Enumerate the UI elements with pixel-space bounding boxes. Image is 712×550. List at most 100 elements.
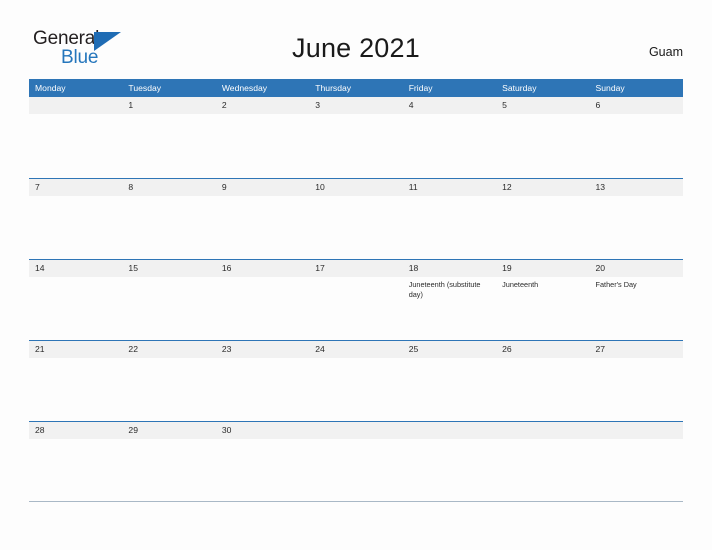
event-cell-7	[29, 196, 122, 259]
day-number: 6	[595, 100, 601, 110]
event-cell-3	[309, 114, 402, 177]
day-number: 15	[128, 263, 138, 273]
day-number: 22	[128, 344, 138, 354]
events-layer	[29, 196, 683, 259]
day-number: 17	[315, 263, 325, 273]
events-layer: Juneteenth (substitute day) Juneteenth Fat…	[29, 277, 683, 340]
day-number: 28	[35, 425, 45, 435]
day-cell-12[interactable]: 12	[496, 179, 589, 196]
calendar-week-row: 1 2 3 4 5 6	[29, 97, 683, 178]
event-cell-18[interactable]: Juneteenth (substitute day)	[403, 277, 496, 340]
event-cell-26	[496, 358, 589, 421]
date-strip: 21 22 23 24 25 26 27	[29, 341, 683, 358]
event-cell-23	[216, 358, 309, 421]
day-cell-6[interactable]: 6	[590, 97, 683, 114]
date-strip: 14 15 16 17 18 19 20	[29, 260, 683, 277]
day-cell-empty	[309, 422, 402, 439]
event-cell-20[interactable]: Father's Day	[590, 277, 683, 340]
day-cell-9[interactable]: 9	[216, 179, 309, 196]
day-cell-empty	[496, 422, 589, 439]
day-number: 26	[502, 344, 512, 354]
event-cell-24	[309, 358, 402, 421]
day-number: 30	[221, 425, 232, 435]
day-number: 18	[408, 263, 419, 273]
day-number: 29	[128, 425, 138, 435]
day-number: 14	[35, 263, 45, 273]
event-cell-4	[403, 114, 496, 177]
day-cell-29[interactable]: 29	[122, 422, 215, 439]
day-cell-22[interactable]: 22	[122, 341, 215, 358]
day-cell-30[interactable]: 30	[216, 422, 309, 439]
day-number: 23	[221, 344, 232, 354]
day-number: 10	[315, 182, 325, 192]
day-number: 25	[408, 344, 419, 354]
day-cell-20[interactable]: 20	[590, 260, 683, 277]
event-cell-30	[216, 439, 309, 502]
day-cell-8[interactable]: 8	[122, 179, 215, 196]
event-cell-27	[590, 358, 683, 421]
date-strip: 1 2 3 4 5 6	[29, 97, 683, 114]
day-cell-4[interactable]: 4	[403, 97, 496, 114]
event-cell-empty	[403, 439, 496, 502]
page-header: General Blue June 2021 Guam	[0, 0, 712, 76]
calendar-weeks: 1 2 3 4 5 6 7 8 9 10 11 12 13 14 15 16 17 18 19 20 Juneteent…	[29, 97, 683, 502]
calendar-week-row: 28 29 30	[29, 421, 683, 502]
day-cell-18[interactable]: 18	[403, 260, 496, 277]
day-cell-25[interactable]: 25	[403, 341, 496, 358]
day-number: 12	[502, 182, 512, 192]
calendar-week-row: 14 15 16 17 18 19 20 Juneteenth (substitute day…	[29, 259, 683, 340]
day-cell-13[interactable]: 13	[590, 179, 683, 196]
event-cell-12	[496, 196, 589, 259]
calendar-week-row: 21 22 23 24 25 26 27	[29, 340, 683, 421]
day-number: 16	[221, 263, 232, 273]
weekday-header-row: Monday Tuesday Wednesday Thursday Friday Satu…	[29, 79, 683, 97]
location-label: Guam	[648, 45, 683, 59]
day-cell-21[interactable]: 21	[29, 341, 122, 358]
event-cell-empty	[309, 439, 402, 502]
day-cell-1[interactable]: 1	[122, 97, 215, 114]
weekday-header-saturday: Saturday	[502, 83, 537, 93]
day-cell-11[interactable]: 11	[403, 179, 496, 196]
event-cell-empty	[496, 439, 589, 502]
day-number: 24	[315, 344, 325, 354]
calendar-week-row: 7 8 9 10 11 12 13	[29, 178, 683, 259]
event-cell-21	[29, 358, 122, 421]
day-number: 13	[595, 182, 606, 192]
events-layer	[29, 114, 683, 177]
day-cell-3[interactable]: 3	[309, 97, 402, 114]
day-cell-26[interactable]: 26	[496, 341, 589, 358]
day-cell-19[interactable]: 19	[496, 260, 589, 277]
day-cell-27[interactable]: 27	[590, 341, 683, 358]
day-cell-15[interactable]: 15	[122, 260, 215, 277]
date-strip: 7 8 9 10 11 12 13	[29, 179, 683, 196]
event-cell-25	[403, 358, 496, 421]
day-cell-16[interactable]: 16	[216, 260, 309, 277]
event-cell-19[interactable]: Juneteenth	[496, 277, 589, 340]
event-cell-28	[29, 439, 122, 502]
day-number: 27	[595, 344, 606, 354]
event-cell-5	[496, 114, 589, 177]
day-cell-10[interactable]: 10	[309, 179, 402, 196]
day-cell-5[interactable]: 5	[496, 97, 589, 114]
day-number: 5	[502, 100, 507, 110]
day-cell-28[interactable]: 28	[29, 422, 122, 439]
day-cell-2[interactable]: 2	[216, 97, 309, 114]
day-number: 9	[221, 182, 227, 192]
day-cell-17[interactable]: 17	[309, 260, 402, 277]
event-cell-1	[122, 114, 215, 177]
events-layer	[29, 358, 683, 421]
day-cell-24[interactable]: 24	[309, 341, 402, 358]
event-cell-13	[590, 196, 683, 259]
day-cell-empty	[403, 422, 496, 439]
day-number: 11	[408, 182, 418, 192]
event-cell-22	[122, 358, 215, 421]
day-cell-7[interactable]: 7	[29, 179, 122, 196]
day-number: 7	[35, 182, 40, 192]
weekday-header-sunday: Sunday	[595, 83, 625, 93]
day-number: 1	[128, 100, 134, 110]
event-cell-10	[309, 196, 402, 259]
event-cell-29	[122, 439, 215, 502]
event-cell-empty	[590, 439, 683, 502]
day-cell-23[interactable]: 23	[216, 341, 309, 358]
day-cell-14[interactable]: 14	[29, 260, 122, 277]
